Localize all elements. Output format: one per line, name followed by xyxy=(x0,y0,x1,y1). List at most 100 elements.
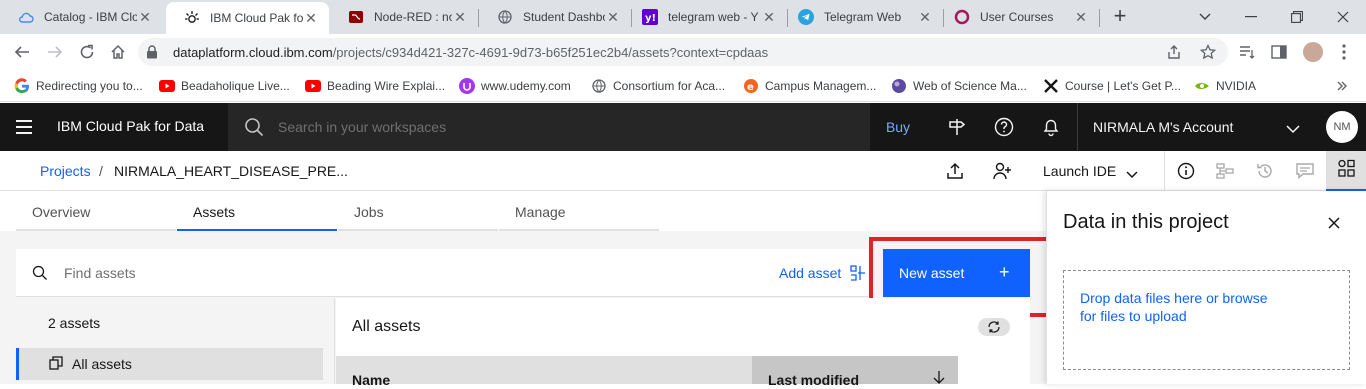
side-panel-icon[interactable] xyxy=(1269,42,1289,62)
browser-tab-user-courses[interactable]: User Courses ✕ xyxy=(936,0,1099,34)
close-icon[interactable]: ✕ xyxy=(137,9,153,25)
drop-zone-text[interactable]: Drop data files here or browse for files… xyxy=(1080,289,1280,325)
close-window-icon[interactable] xyxy=(1320,0,1366,34)
minimize-icon[interactable] xyxy=(1228,0,1274,34)
tab-label: Node-RED : node xyxy=(374,10,452,24)
home-icon[interactable] xyxy=(106,40,130,64)
share-icon[interactable] xyxy=(1166,44,1182,60)
notification-bell-icon[interactable] xyxy=(1039,115,1063,139)
buy-link[interactable]: Buy xyxy=(870,103,926,151)
reload-icon[interactable] xyxy=(75,40,99,64)
signpost-icon[interactable] xyxy=(945,115,969,139)
url-text: dataplatform.cloud.ibm.com/projects/c934… xyxy=(173,45,768,60)
bookmark-item[interactable]: Beading Wire Explai... xyxy=(305,77,445,95)
add-collaborator-icon[interactable] xyxy=(993,161,1013,181)
new-tab-button[interactable]: + xyxy=(1108,5,1132,29)
lock-icon[interactable] xyxy=(146,45,158,64)
assets-list-title: All assets xyxy=(352,318,421,335)
nav-all-assets-label: All assets xyxy=(72,356,132,372)
app-header: IBM Cloud Pak for Data Search in your wo… xyxy=(0,103,1366,151)
profile-avatar[interactable] xyxy=(1303,42,1323,62)
google-icon xyxy=(14,78,30,94)
bookmark-star-icon[interactable] xyxy=(1199,43,1217,60)
info-icon[interactable] xyxy=(1176,161,1196,181)
bookmarks-overflow-icon[interactable] xyxy=(1337,77,1347,95)
asset-count: 2 assets xyxy=(48,315,101,331)
bookmark-label: Course | Let's Get P... xyxy=(1065,79,1181,93)
add-asset-link[interactable]: Add asset xyxy=(779,265,841,281)
chevron-down-icon xyxy=(1286,121,1300,139)
url-path: /projects/c934d421-327c-4691-9d73-b65f25… xyxy=(332,45,769,60)
user-avatar[interactable]: NM xyxy=(1326,111,1358,143)
reading-list-icon[interactable] xyxy=(1237,42,1257,62)
close-icon[interactable] xyxy=(1324,213,1344,233)
search-icon xyxy=(32,265,48,286)
browser-tab-node-red[interactable]: Node-RED : node ✕ xyxy=(330,0,478,34)
project-tabs: Overview Assets Jobs Manage xyxy=(16,191,659,231)
history-icon[interactable] xyxy=(1255,161,1275,181)
add-asset-icon[interactable] xyxy=(850,265,866,286)
sort-arrow-down-icon[interactable] xyxy=(932,370,946,389)
bookmark-item[interactable]: Consortium for Aca... xyxy=(591,77,725,95)
bookmark-label: NVIDIA xyxy=(1216,79,1257,93)
browser-tab-telegram-search[interactable]: y! telegram web - Y ✕ xyxy=(624,0,787,34)
bookmark-item[interactable]: NVIDIA xyxy=(1194,77,1256,95)
tab-manage[interactable]: Manage xyxy=(499,191,659,231)
column-header-name[interactable]: Name xyxy=(352,372,390,388)
nav-all-assets[interactable]: All assets xyxy=(16,348,323,380)
account-name: NIRMALA M's Account xyxy=(1093,119,1234,135)
url-host: dataplatform.cloud.ibm.com xyxy=(173,45,333,60)
hamburger-menu-icon[interactable] xyxy=(16,120,32,134)
globe-icon xyxy=(591,78,607,94)
browser-tab-ibm-cloud-pak[interactable]: IBM Cloud Pak fo ✕ xyxy=(166,2,329,34)
course-icon xyxy=(954,9,970,25)
breadcrumb-projects[interactable]: Projects xyxy=(40,163,91,179)
menu-dots-icon[interactable] xyxy=(1334,42,1354,62)
account-switcher[interactable]: NIRMALA M's Account xyxy=(1077,103,1312,151)
data-panel-toggle[interactable] xyxy=(1326,151,1366,191)
chevron-down-icon[interactable] xyxy=(1126,166,1138,184)
column-header-last-modified[interactable]: Last modified xyxy=(768,372,859,388)
tab-jobs[interactable]: Jobs xyxy=(338,191,498,231)
bookmark-item[interactable]: Redirecting you to... xyxy=(14,77,143,95)
bookmark-item[interactable]: e Campus Managem... xyxy=(743,77,876,95)
tab-overview[interactable]: Overview xyxy=(16,191,176,231)
tab-search-chevron-icon[interactable] xyxy=(1182,0,1228,34)
tab-assets[interactable]: Assets xyxy=(177,191,337,231)
bookmarks-bar: Redirecting you to... Beadaholique Live.… xyxy=(0,70,1366,102)
bookmark-item[interactable]: www.udemy.com xyxy=(459,77,571,95)
close-icon[interactable]: ✕ xyxy=(761,9,777,25)
ibm-icon xyxy=(184,10,200,26)
restore-icon[interactable] xyxy=(1274,0,1320,34)
global-search[interactable]: Search in your workspaces xyxy=(228,103,870,151)
refresh-icon[interactable] xyxy=(978,318,1010,336)
find-assets-bar: Find assets Add asset xyxy=(16,249,868,297)
bookmark-item[interactable]: Web of Science Ma... xyxy=(891,77,1027,95)
wos-icon xyxy=(891,78,907,94)
close-icon[interactable]: ✕ xyxy=(917,9,933,25)
bookmark-label: www.udemy.com xyxy=(481,79,571,93)
close-icon[interactable]: ✕ xyxy=(605,9,621,25)
svg-text:e: e xyxy=(747,82,754,93)
launch-ide-menu[interactable]: Launch IDE xyxy=(1043,163,1116,179)
lineage-icon[interactable] xyxy=(1215,161,1235,181)
close-icon[interactable]: ✕ xyxy=(303,10,319,26)
close-icon[interactable]: ✕ xyxy=(1073,9,1089,25)
bookmark-item[interactable]: Beadaholique Live... xyxy=(159,77,290,95)
back-icon[interactable] xyxy=(10,40,34,64)
help-icon[interactable] xyxy=(992,115,1016,139)
youtube-icon xyxy=(159,78,175,94)
comment-icon[interactable] xyxy=(1295,161,1315,181)
tab-label: IBM Cloud Pak fo xyxy=(210,11,303,25)
find-assets-input[interactable]: Find assets xyxy=(64,265,136,281)
browser-tab-student-dashboard[interactable]: Student Dashboa ✕ xyxy=(479,0,631,34)
url-input[interactable]: dataplatform.cloud.ibm.com/projects/c934… xyxy=(138,38,1228,66)
browser-tab-catalog[interactable]: Catalog - IBM Clo ✕ xyxy=(0,0,163,34)
browser-tab-telegram-web[interactable]: Telegram Web ✕ xyxy=(780,0,943,34)
forward-icon[interactable] xyxy=(43,40,67,64)
close-icon[interactable]: ✕ xyxy=(452,9,468,25)
product-name[interactable]: IBM Cloud Pak for Data xyxy=(57,118,204,134)
bookmark-item[interactable]: Course | Let's Get P... xyxy=(1043,77,1181,95)
yahoo-icon: y! xyxy=(642,9,658,25)
upload-icon[interactable] xyxy=(945,161,965,181)
